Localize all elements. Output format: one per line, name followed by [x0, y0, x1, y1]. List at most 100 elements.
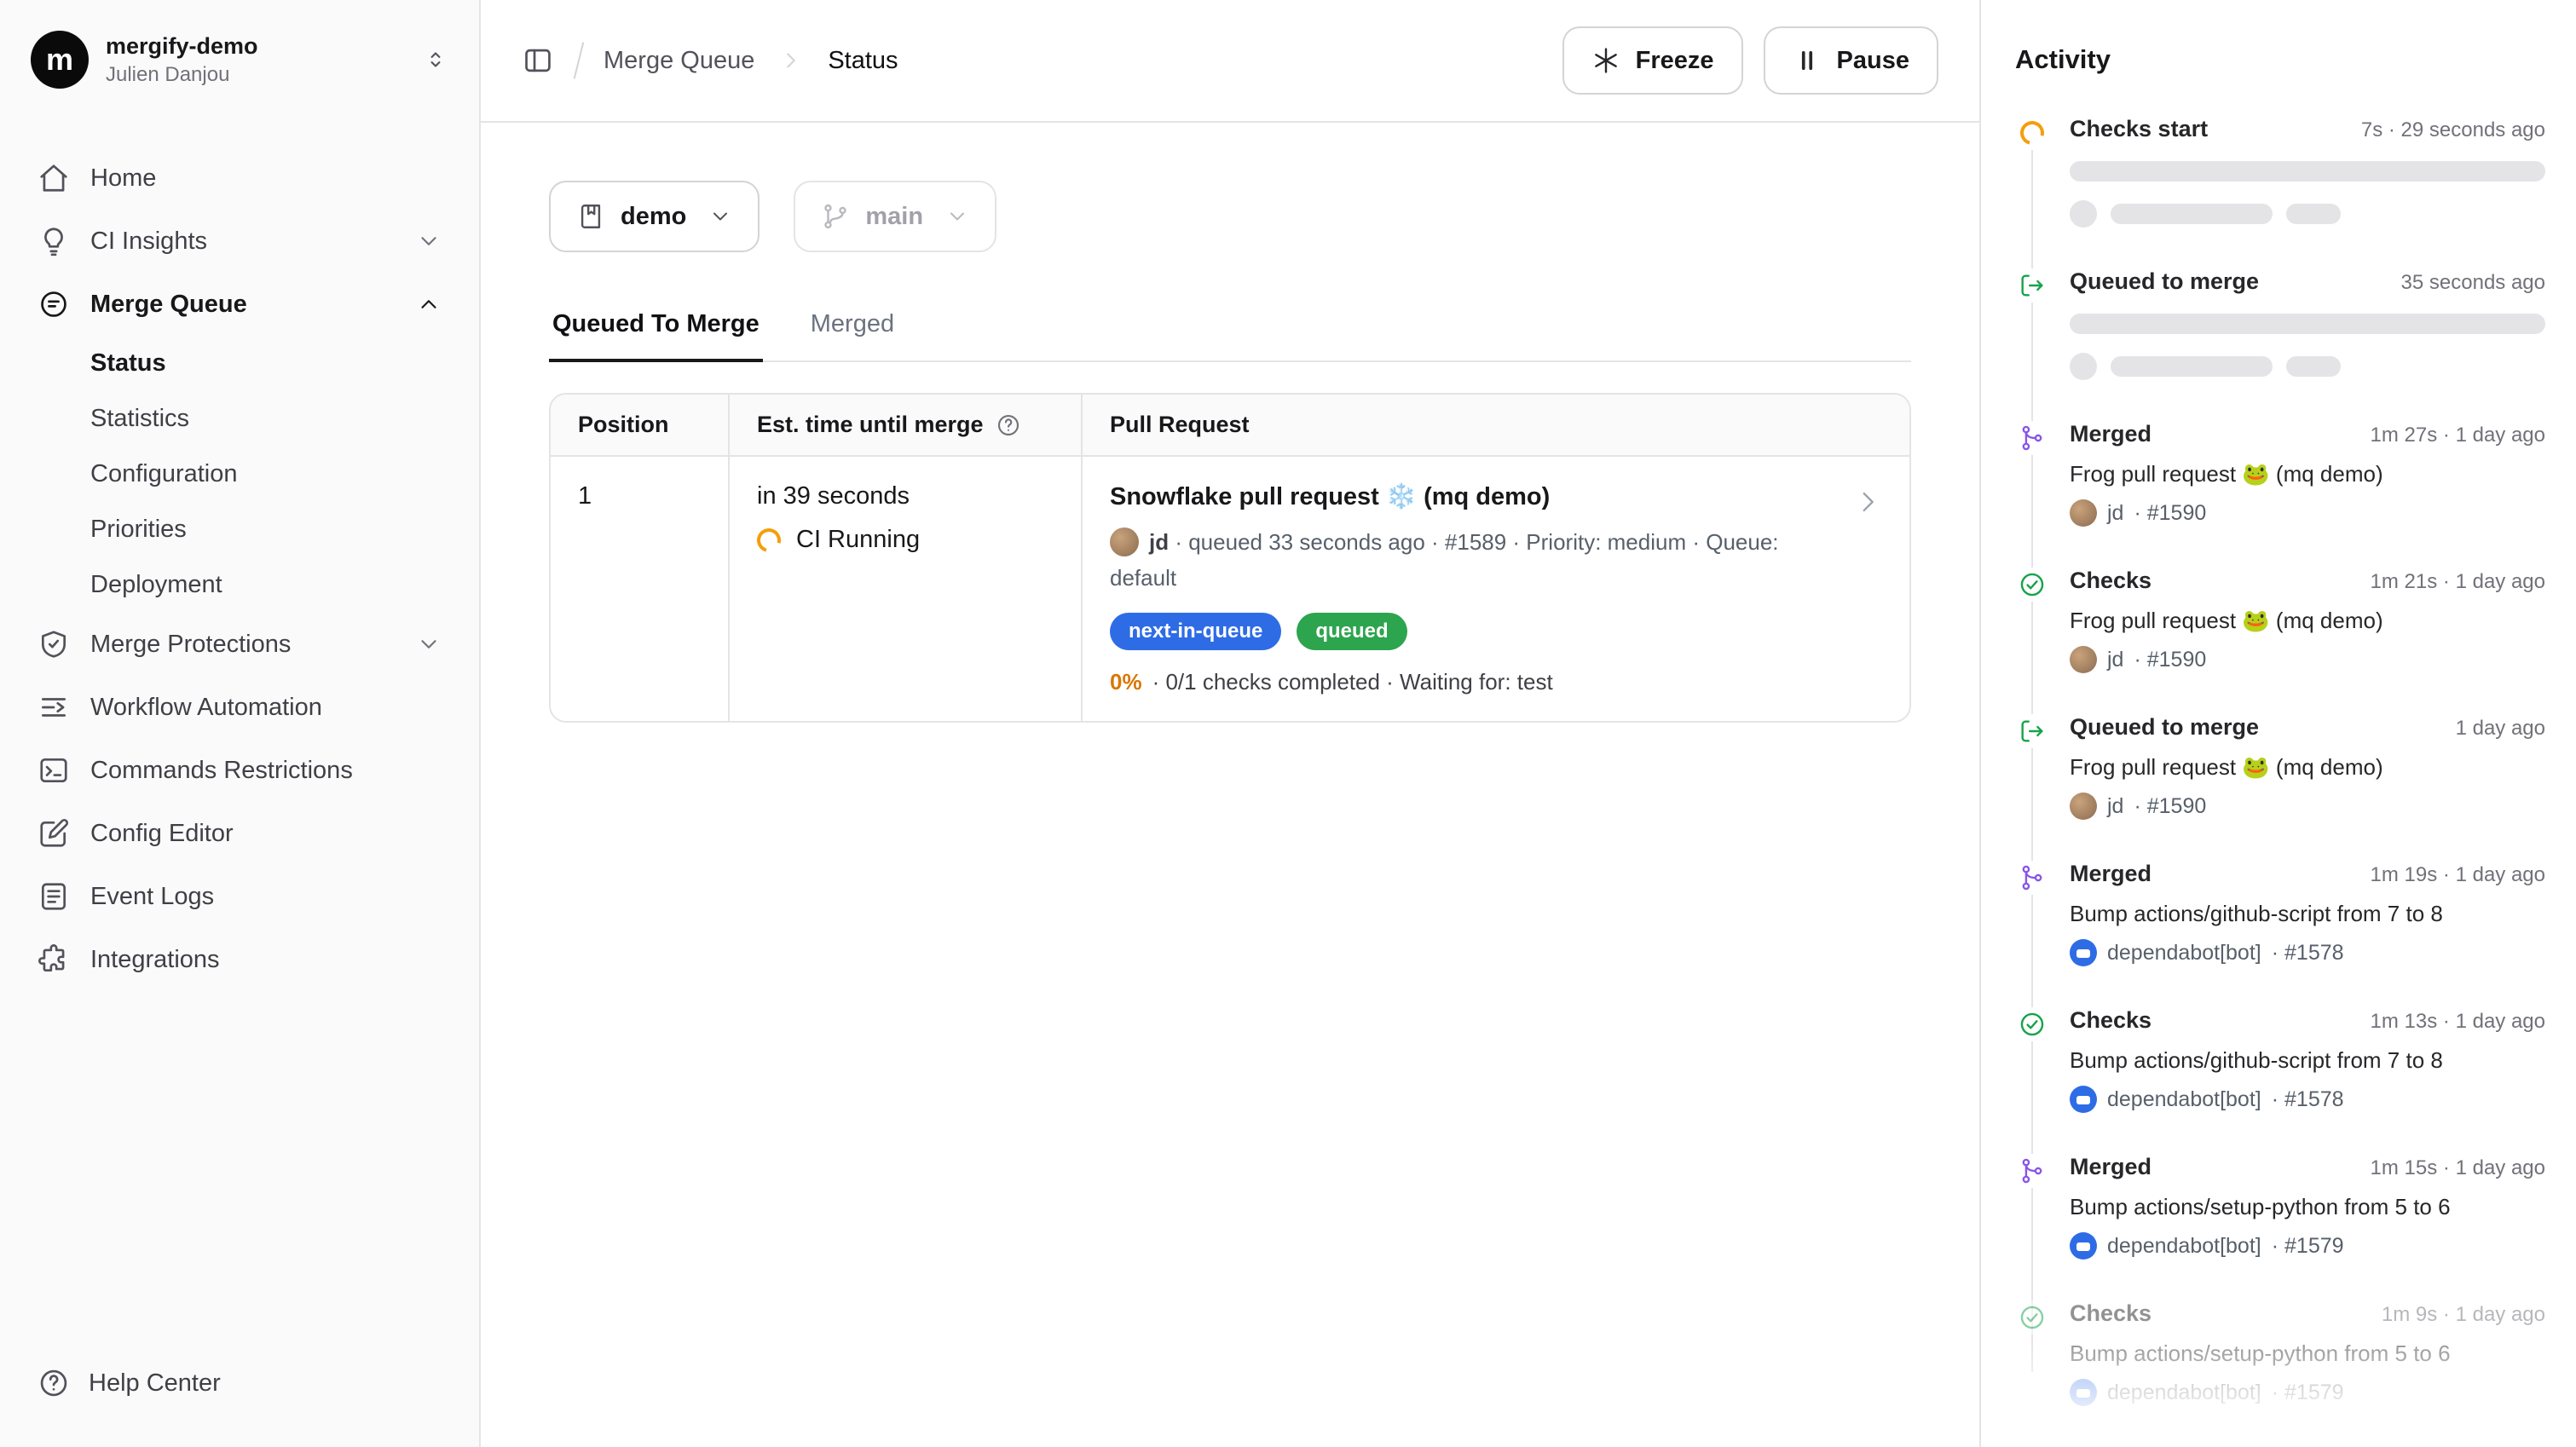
activity-item-title: Checks [2070, 568, 2151, 594]
sidebar-toggle-button[interactable] [522, 44, 554, 77]
repo-book-icon [576, 202, 605, 231]
activity-pr-link[interactable]: Bump actions/github-script from 7 to 8 [2070, 1047, 2545, 1074]
activity-item-checks: Checks 1m 9s · 1 day ago Bump actions/se… [2015, 1300, 2545, 1406]
author-name: dependabot[bot] [2107, 1087, 2261, 1112]
log-document-icon [38, 880, 70, 913]
org-switcher[interactable]: m mergify-demo Julien Danjou [20, 24, 459, 95]
pr-meta: jd · queued 33 seconds ago · #1589 · Pri… [1110, 525, 1809, 596]
dependabot-avatar [2070, 1086, 2097, 1113]
activity-item-time: 1m 13s · 1 day ago [2371, 1010, 2545, 1034]
activity-item-title: Merged [2070, 861, 2151, 887]
activity-item-time: 1m 19s · 1 day ago [2371, 863, 2545, 887]
org-user: Julien Danjou [106, 63, 406, 87]
check-circle-icon [2015, 1300, 2049, 1335]
pencil-square-icon [38, 817, 70, 850]
help-center-link[interactable]: Help Center [20, 1350, 459, 1416]
queue-tabs: Queued To Merge Merged [549, 310, 1911, 362]
activity-list: Checks start 7s · 29 seconds ago [2015, 116, 2545, 1406]
sidebar-subitem-status[interactable]: Status [20, 336, 459, 391]
sidebar-nav: Home CI Insights Merge Queue Status Stat… [20, 147, 459, 1350]
breadcrumb-merge-queue[interactable]: Merge Queue [604, 47, 754, 75]
dependabot-avatar [2070, 1232, 2097, 1260]
branch-selector-value: main [865, 203, 923, 231]
panel-left-icon [522, 44, 554, 77]
activity-pr-link[interactable]: Frog pull request 🐸 (mq demo) [2070, 461, 2545, 487]
activity-item-time: 1m 27s · 1 day ago [2371, 424, 2545, 447]
ci-status: CI Running [757, 526, 1054, 554]
activity-item-checks: Checks 1m 21s · 1 day ago Frog pull requ… [2015, 568, 2545, 673]
branch-selector[interactable]: main [794, 181, 996, 252]
activity-item-title: Checks [2070, 1007, 2151, 1034]
activity-author: jd · #1590 [2070, 499, 2545, 527]
sidebar-item-merge-protections[interactable]: Merge Protections [20, 613, 459, 676]
skeleton-row [2070, 200, 2545, 228]
queue-row-pr: Snowflake pull request ❄️ (mq demo) jd ·… [1083, 457, 1909, 721]
author-name: dependabot[bot] [2107, 941, 2261, 966]
activity-author: dependabot[bot] · #1578 [2070, 1086, 2545, 1113]
chevron-up-icon [416, 291, 442, 317]
ci-status-label: CI Running [796, 526, 920, 554]
column-eta: Est. time until merge [730, 395, 1083, 455]
activity-title: Activity [2015, 44, 2545, 75]
activity-item-title: Checks [2070, 1300, 2151, 1327]
sidebar-item-integrations[interactable]: Integrations [20, 928, 459, 991]
row-expand-button[interactable] [1853, 487, 1882, 516]
pause-button[interactable]: Pause [1764, 26, 1938, 95]
tab-queued-to-merge[interactable]: Queued To Merge [549, 310, 763, 362]
sidebar-item-event-logs[interactable]: Event Logs [20, 865, 459, 928]
queue-row[interactable]: 1 in 39 seconds CI Running Snowflake pul… [551, 457, 1909, 721]
pr-meta-text: · queued 33 seconds ago · #1589 · Priori… [1110, 529, 1779, 591]
mergify-app: m mergify-demo Julien Danjou Home CI Ins… [0, 0, 2576, 1447]
activity-item-checks-start: Checks start 7s · 29 seconds ago [2015, 116, 2545, 228]
terminal-icon [38, 754, 70, 787]
check-circle-icon [2015, 568, 2049, 602]
activity-item-merged: Merged 1m 15s · 1 day ago Bump actions/s… [2015, 1154, 2545, 1260]
sidebar-subitem-statistics[interactable]: Statistics [20, 391, 459, 447]
chevron-down-icon [416, 228, 442, 254]
author-avatar [2070, 499, 2097, 527]
pr-number: · #1579 [2272, 1234, 2344, 1259]
pr-number: · #1578 [2272, 941, 2344, 966]
activity-pr-link[interactable]: Bump actions/setup-python from 5 to 6 [2070, 1340, 2545, 1367]
help-tooltip-icon[interactable] [996, 412, 1021, 438]
skeleton-avatar [2070, 353, 2097, 380]
author-name: jd [2107, 794, 2123, 819]
dependabot-avatar [2070, 1379, 2097, 1406]
tab-merged[interactable]: Merged [807, 310, 898, 360]
freeze-label: Freeze [1636, 47, 1714, 75]
merge-queue-icon [38, 288, 70, 320]
freeze-button[interactable]: Freeze [1562, 26, 1743, 95]
selectors-row: demo main [549, 181, 1911, 252]
activity-item-title: Queued to merge [2070, 714, 2259, 741]
sidebar-item-commands-restrictions[interactable]: Commands Restrictions [20, 739, 459, 802]
activity-pr-link[interactable]: Bump actions/setup-python from 5 to 6 [2070, 1194, 2545, 1220]
breadcrumb-current: Status [828, 47, 898, 75]
breadcrumb-separator-icon [778, 48, 804, 73]
sidebar-item-label: Merge Queue [90, 291, 247, 319]
activity-pr-link[interactable]: Frog pull request 🐸 (mq demo) [2070, 754, 2545, 781]
checks-summary: · 0/1 checks completed · Waiting for: te… [1152, 669, 1553, 695]
skeleton-bar [2070, 161, 2545, 182]
sidebar-item-merge-queue[interactable]: Merge Queue [20, 273, 459, 336]
chevron-up-down-icon [423, 47, 448, 72]
sidebar-item-workflow-automation[interactable]: Workflow Automation [20, 676, 459, 739]
sidebar-item-ci-insights[interactable]: CI Insights [20, 210, 459, 273]
activity-pr-link[interactable]: Frog pull request 🐸 (mq demo) [2070, 608, 2545, 634]
sidebar-item-home[interactable]: Home [20, 147, 459, 210]
org-name: mergify-demo [106, 33, 406, 60]
activity-pr-link[interactable]: Bump actions/github-script from 7 to 8 [2070, 901, 2545, 927]
activity-item-merged: Merged 1m 27s · 1 day ago Frog pull requ… [2015, 421, 2545, 527]
sidebar-item-config-editor[interactable]: Config Editor [20, 802, 459, 865]
pr-title-link[interactable]: Snowflake pull request ❄️ (mq demo) [1110, 482, 1828, 511]
skeleton-bar [2286, 204, 2341, 224]
shield-icon [38, 628, 70, 660]
sidebar-subitem-deployment[interactable]: Deployment [20, 557, 459, 613]
git-merge-icon [2015, 861, 2049, 895]
skeleton-avatar [2070, 200, 2097, 228]
sidebar-item-label: Home [90, 164, 156, 193]
sidebar-subitem-priorities[interactable]: Priorities [20, 502, 459, 557]
activity-author: jd · #1590 [2070, 646, 2545, 673]
repo-selector[interactable]: demo [549, 181, 760, 252]
sidebar-subitem-configuration[interactable]: Configuration [20, 447, 459, 502]
sidebar-item-label: Integrations [90, 946, 220, 974]
